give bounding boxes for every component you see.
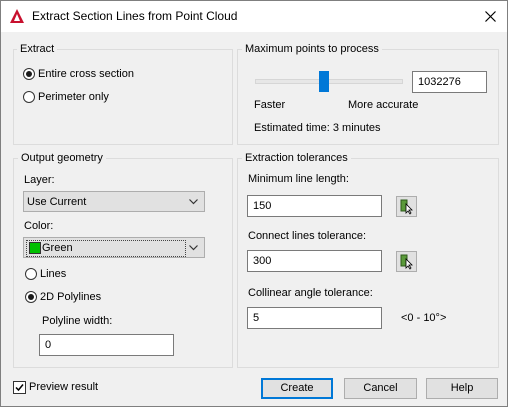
output-geometry-legend: Output geometry <box>18 152 106 164</box>
min-line-length-input[interactable]: 150 <box>247 195 382 217</box>
faster-label: Faster <box>254 99 286 111</box>
2d-polylines-radio[interactable] <box>25 291 37 303</box>
polyline-width-label: Polyline width: <box>42 315 113 327</box>
polyline-width-input[interactable]: 0 <box>39 334 174 356</box>
connect-lines-tolerance-label: Connect lines tolerance: <box>248 230 367 242</box>
color-swatch <box>29 242 41 254</box>
cancel-button-label: Cancel <box>363 382 398 394</box>
lines-label[interactable]: Lines <box>40 268 66 280</box>
more-accurate-label: More accurate <box>348 99 419 111</box>
chevron-down-icon <box>189 199 198 205</box>
title-bar: Extract Section Lines from Point Cloud <box>1 1 507 32</box>
collinear-angle-tolerance-label: Collinear angle tolerance: <box>248 287 373 299</box>
slider-track <box>255 79 403 84</box>
help-button[interactable]: Help <box>426 378 498 399</box>
checkmark-icon <box>15 384 24 392</box>
window-title: Extract Section Lines from Point Cloud <box>32 9 238 23</box>
pick-connect-lines-button[interactable] <box>396 251 417 272</box>
lines-radio[interactable] <box>25 268 37 280</box>
entire-cross-section-label[interactable]: Entire cross section <box>38 68 134 80</box>
help-button-label: Help <box>450 382 474 394</box>
chevron-down-icon <box>189 245 198 251</box>
pick-point-icon <box>400 199 413 215</box>
extraction-tolerances-legend: Extraction tolerances <box>242 152 351 164</box>
perimeter-only-radio[interactable] <box>23 91 35 103</box>
entire-cross-section-radio[interactable] <box>23 68 35 80</box>
perimeter-only-label[interactable]: Perimeter only <box>38 91 109 103</box>
estimated-time-label: Estimated time: 3 minutes <box>254 122 381 134</box>
layer-label: Layer: <box>24 174 55 186</box>
color-dropdown[interactable]: Green <box>23 237 205 258</box>
extract-legend: Extract <box>17 43 58 55</box>
create-button[interactable]: Create <box>261 378 333 399</box>
layer-dropdown[interactable]: Use Current <box>23 191 205 212</box>
close-icon <box>485 11 496 22</box>
layer-value: Use Current <box>27 196 87 208</box>
2d-polylines-label[interactable]: 2D Polylines <box>40 291 101 303</box>
pick-point-icon <box>400 254 413 270</box>
connect-lines-tolerance-input[interactable]: 300 <box>247 250 382 272</box>
preview-result-label[interactable]: Preview result <box>29 381 98 393</box>
cancel-button[interactable]: Cancel <box>344 378 417 399</box>
preview-result-checkbox[interactable] <box>13 381 26 394</box>
collinear-range-label: <0 - 10°> <box>401 312 447 324</box>
slider-thumb[interactable] <box>319 71 329 92</box>
create-button-label: Create <box>280 382 314 394</box>
max-points-input[interactable]: 1032276 <box>412 71 487 93</box>
pick-min-line-button[interactable] <box>396 196 417 217</box>
extract-section-lines-dialog: Extract Section Lines from Point Cloud E… <box>0 0 508 407</box>
collinear-angle-tolerance-input[interactable]: 5 <box>247 307 382 329</box>
points-slider[interactable] <box>255 71 403 93</box>
close-button[interactable] <box>473 1 507 32</box>
min-line-length-label: Minimum line length: <box>248 173 349 185</box>
color-value: Green <box>42 242 73 254</box>
autocad-logo-icon <box>9 8 25 24</box>
max-points-legend: Maximum points to process <box>242 43 382 55</box>
color-label: Color: <box>24 220 54 232</box>
